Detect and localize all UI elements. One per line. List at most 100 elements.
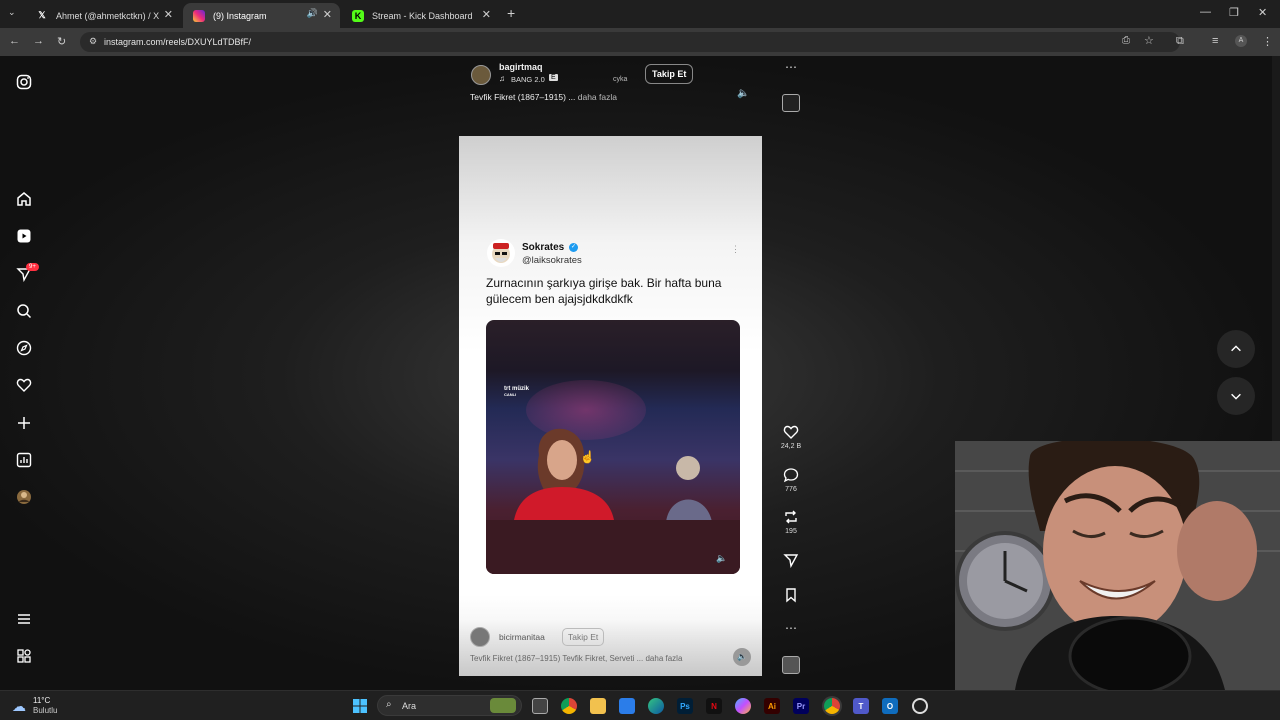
teams-icon[interactable]: T bbox=[853, 698, 869, 714]
install-icon[interactable]: ⎙ bbox=[1122, 35, 1130, 46]
window-close-icon[interactable]: ✕ bbox=[1258, 6, 1267, 19]
comment-button[interactable]: 776 bbox=[780, 467, 802, 493]
singer-figure bbox=[514, 415, 614, 520]
avatar[interactable] bbox=[470, 627, 490, 647]
reel-username[interactable]: bagirtmaq bbox=[499, 62, 543, 72]
app-icon[interactable] bbox=[912, 698, 928, 714]
more-link[interactable]: daha fazla bbox=[578, 92, 617, 102]
close-icon[interactable]: ✕ bbox=[164, 8, 173, 21]
music-extra: cyka bbox=[613, 76, 628, 83]
tab-x[interactable]: 𝕏 Ahmet (@ahmetkctkn) / X ✕ bbox=[26, 3, 181, 28]
previous-reel-info: bagirtmaq ♫ BANG 2.0 E cyka Takip Et Tev… bbox=[459, 56, 762, 116]
notifications-heart-icon[interactable] bbox=[16, 377, 32, 393]
weather-icon[interactable]: ☁ bbox=[12, 698, 26, 715]
share-button[interactable] bbox=[780, 552, 802, 571]
chevron-up-icon bbox=[1231, 345, 1241, 352]
bookmark-star-icon[interactable]: ☆ bbox=[1144, 34, 1154, 47]
kebab-menu-icon[interactable]: ⋮ bbox=[1262, 35, 1273, 48]
follow-button[interactable]: Takip Et bbox=[562, 628, 605, 646]
explore-icon[interactable] bbox=[16, 340, 32, 356]
create-icon[interactable] bbox=[16, 415, 32, 431]
save-button[interactable] bbox=[780, 587, 802, 606]
top-more-options-icon[interactable]: ⋯ bbox=[785, 60, 797, 74]
minimize-icon[interactable]: — bbox=[1200, 6, 1211, 18]
previous-reel-button[interactable] bbox=[1217, 330, 1255, 368]
profile-avatar[interactable]: A bbox=[1235, 35, 1247, 47]
tab-kick[interactable]: K Stream - Kick Dashboard ✕ bbox=[342, 3, 499, 28]
reload-icon[interactable]: ↻ bbox=[57, 35, 66, 48]
back-icon[interactable]: ← bbox=[9, 35, 20, 47]
reel-username[interactable]: bicirmanitaa bbox=[499, 632, 545, 642]
also-from-meta-icon[interactable] bbox=[16, 648, 32, 664]
tweet-more-icon: ⋮ bbox=[731, 244, 740, 254]
reel-caption[interactable]: Tevfik Fikret (1867–1915) ... daha fazla bbox=[470, 92, 617, 102]
netflix-icon[interactable]: N bbox=[706, 698, 722, 714]
photoshop-icon[interactable]: Ps bbox=[677, 698, 693, 714]
home-icon[interactable] bbox=[16, 191, 32, 207]
webcam-overlay bbox=[955, 441, 1280, 690]
taskbar-search[interactable]: ⌕ Ara bbox=[377, 695, 522, 716]
close-icon[interactable]: ✕ bbox=[482, 8, 491, 21]
reels-icon[interactable] bbox=[16, 228, 32, 244]
search-highlight-icon bbox=[490, 698, 516, 713]
instagram-logo-icon[interactable] bbox=[16, 74, 32, 90]
tweet-author-handle: @laiksokrates bbox=[522, 255, 582, 266]
reel-card[interactable]: Sokrates ✓ @laiksokrates ⋮ Zurnacının şa… bbox=[459, 136, 762, 676]
more-link[interactable]: daha fazla bbox=[645, 654, 682, 663]
close-icon[interactable]: ✕ bbox=[323, 8, 332, 21]
site-info-icon[interactable]: ⚙ bbox=[89, 36, 97, 47]
illustrator-icon[interactable]: Ai bbox=[764, 698, 780, 714]
start-button[interactable] bbox=[352, 698, 368, 714]
url-text: instagram.com/reels/DXUYLdTDBfF/ bbox=[104, 37, 252, 47]
tweet-author-name: Sokrates bbox=[522, 242, 565, 253]
sound-icon[interactable]: 🔈 bbox=[737, 88, 749, 99]
weather-temp[interactable]: 11°C bbox=[33, 696, 50, 705]
comment-count: 776 bbox=[785, 486, 797, 493]
reel-bottom-bar: bicirmanitaa Takip Et Tevfik Fikret (186… bbox=[459, 620, 762, 676]
page-scrollbar[interactable] bbox=[1272, 56, 1280, 441]
task-view-icon[interactable] bbox=[532, 698, 548, 714]
next-reel-button[interactable] bbox=[1217, 377, 1255, 415]
store-icon[interactable] bbox=[619, 698, 635, 714]
more-menu-icon[interactable] bbox=[16, 611, 32, 627]
windows-logo-icon bbox=[353, 699, 367, 713]
restore-icon[interactable]: ❐ bbox=[1229, 6, 1239, 19]
tab-instagram[interactable]: (9) Instagram 🔊 ✕ bbox=[183, 3, 340, 28]
dashboard-icon[interactable] bbox=[16, 452, 32, 468]
more-options-icon[interactable]: ⋯ bbox=[785, 621, 797, 635]
music-note-icon: ♫ bbox=[499, 74, 505, 83]
reel-caption[interactable]: Tevfik Fikret (1867–1915) Tevfik Fikret,… bbox=[470, 654, 682, 663]
outlook-icon[interactable]: O bbox=[882, 698, 898, 714]
avatar[interactable] bbox=[471, 65, 491, 85]
edge-icon[interactable] bbox=[648, 698, 664, 714]
extensions-icon[interactable]: ⧉ bbox=[1176, 35, 1184, 48]
like-button[interactable]: 24,2 B bbox=[780, 424, 802, 450]
chrome-icon[interactable] bbox=[561, 698, 577, 714]
mute-icon[interactable]: 🔈 bbox=[716, 553, 727, 564]
speaker-icon[interactable]: 🔊 bbox=[307, 8, 318, 19]
repost-icon bbox=[785, 510, 797, 524]
file-explorer-icon[interactable] bbox=[590, 698, 606, 714]
audio-thumbnail[interactable] bbox=[782, 656, 800, 674]
audio-thumbnail[interactable] bbox=[782, 94, 800, 112]
follow-button[interactable]: Takip Et bbox=[645, 64, 694, 84]
search-icon[interactable] bbox=[16, 303, 32, 319]
tweet-text: Zurnacının şarkıya girişe bak. Bir hafta… bbox=[486, 276, 722, 306]
chrome-active-icon[interactable] bbox=[824, 698, 840, 714]
repost-button[interactable]: 195 bbox=[780, 509, 802, 535]
media-control-icon[interactable]: ≡ bbox=[1212, 35, 1218, 47]
forward-icon[interactable]: → bbox=[33, 35, 44, 47]
profile-avatar[interactable] bbox=[16, 489, 32, 505]
tab-label: Ahmet (@ahmetkctkn) / X bbox=[56, 10, 160, 21]
music-title[interactable]: BANG 2.0 bbox=[511, 75, 545, 84]
copilot-icon[interactable] bbox=[735, 698, 751, 714]
premiere-icon[interactable]: Pr bbox=[793, 698, 809, 714]
heart-icon bbox=[783, 425, 799, 439]
url-field[interactable]: ⚙ instagram.com/reels/DXUYLdTDBfF/ ⎙ ☆ bbox=[80, 32, 1180, 52]
sound-icon[interactable]: 🔈 bbox=[733, 648, 751, 666]
new-tab-button[interactable]: + bbox=[507, 5, 515, 21]
embedded-video[interactable]: trt müzik CANLI 🔈 ☝ bbox=[486, 320, 740, 574]
musician-figure bbox=[666, 452, 716, 522]
tab-label: Stream - Kick Dashboard bbox=[372, 10, 473, 21]
tab-search-icon[interactable]: ⌄ bbox=[8, 7, 16, 18]
